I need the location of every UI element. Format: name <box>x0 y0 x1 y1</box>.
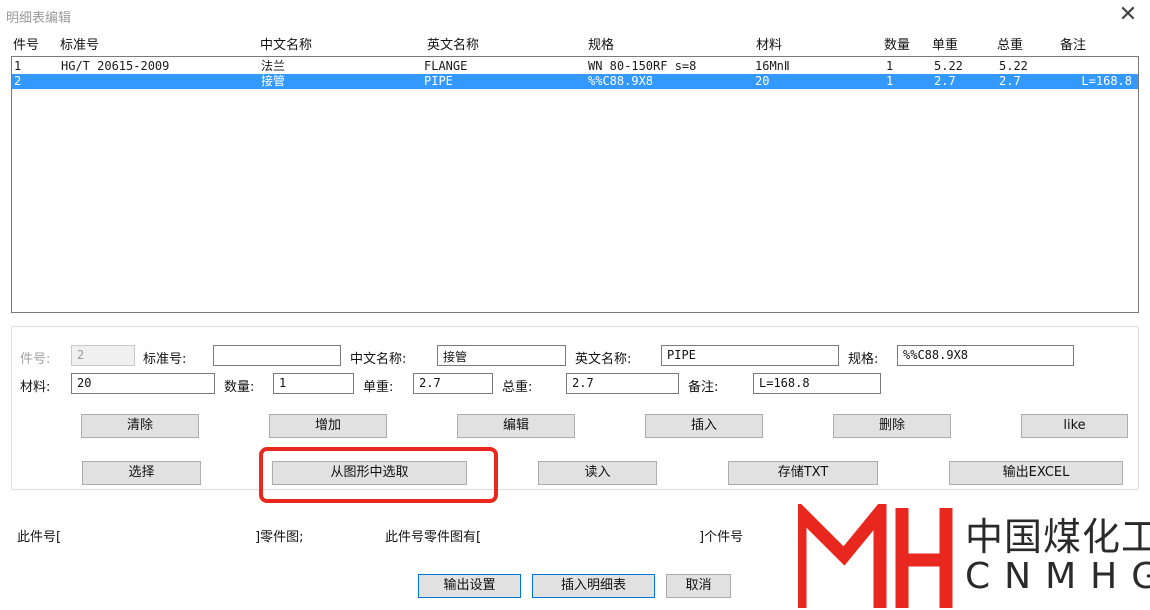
cell-part-no: 1 <box>14 59 22 73</box>
cell-total-weight: 2.7 <box>999 74 1021 88</box>
col-header-qty[interactable]: 数量 <box>884 34 910 54</box>
spec-field[interactable]: %%C88.9X8 <box>897 345 1074 366</box>
cell-part-no: 2 <box>14 74 22 88</box>
parts-list[interactable]: 1 HG/T 20615-2009 法兰 FLANGE WN 80-150RF … <box>11 56 1139 313</box>
window-title: 明细表编辑 <box>6 11 72 26</box>
cn-name-field[interactable]: 接管 <box>437 345 566 366</box>
col-header-unit-weight[interactable]: 单重 <box>932 34 958 54</box>
edit-button[interactable]: 编辑 <box>457 414 575 438</box>
like-button[interactable]: like <box>1021 414 1128 438</box>
col-header-en-name[interactable]: 英文名称 <box>427 34 479 54</box>
std-no-field[interactable] <box>213 345 341 366</box>
cell-material: 16MnⅡ <box>755 59 790 73</box>
part-no-label: 件号: <box>20 352 51 367</box>
highlight-annotation <box>259 447 498 503</box>
spec-label: 规格: <box>848 352 879 367</box>
insert-table-button[interactable]: 插入明细表 <box>532 574 655 598</box>
note-label: 备注: <box>688 380 719 395</box>
cell-unit-weight: 5.22 <box>934 59 963 73</box>
total-weight-field[interactable]: 2.7 <box>566 373 679 394</box>
unit-weight-field[interactable]: 2.7 <box>413 373 493 394</box>
watermark-logo: 中国煤化工 CNMHG <box>793 493 1150 610</box>
cell-en-name: FLANGE <box>424 59 468 73</box>
std-no-label: 标准号: <box>143 352 187 367</box>
cell-unit-weight: 2.7 <box>934 74 956 88</box>
cell-total-weight: 5.22 <box>999 59 1028 73</box>
add-button[interactable]: 增加 <box>269 414 387 438</box>
cell-qty: 1 <box>886 59 894 73</box>
part-drawing-prefix: 此件号[ <box>17 530 62 545</box>
mh-logo-icon <box>793 493 953 608</box>
cn-name-label: 中文名称: <box>350 352 407 367</box>
col-header-total-weight[interactable]: 总重 <box>997 34 1023 54</box>
en-name-label: 英文名称: <box>575 352 632 367</box>
col-header-note[interactable]: 备注 <box>1060 34 1086 54</box>
material-field[interactable]: 20 <box>71 373 215 394</box>
watermark-text-cn: 中国煤化工 <box>965 515 1150 559</box>
select-button[interactable]: 选择 <box>82 461 201 485</box>
title-bar: 明细表编辑 ✕ <box>0 0 1150 30</box>
unit-weight-label: 单重: <box>363 380 394 395</box>
cell-spec: WN 80-150RF s=8 <box>588 59 697 73</box>
col-header-spec[interactable]: 规格 <box>588 34 614 54</box>
save-txt-button[interactable]: 存储TXT <box>728 461 878 485</box>
part-count-prefix: 此件号零件图有[ <box>385 530 482 545</box>
cell-note: L=168.8 <box>1081 74 1132 88</box>
qty-label: 数量: <box>224 380 255 395</box>
cell-spec: %%C88.9X8 <box>588 74 654 88</box>
close-icon[interactable]: ✕ <box>1114 2 1142 28</box>
col-header-part-no[interactable]: 件号 <box>13 34 39 54</box>
delete-button[interactable]: 删除 <box>833 414 951 438</box>
table-row-selected[interactable]: 2 接管 PIPE %%C88.9X8 20 1 2.7 2.7 L=168.8 <box>12 74 1138 89</box>
clear-button[interactable]: 清除 <box>81 414 199 438</box>
col-header-cn-name[interactable]: 中文名称 <box>260 34 312 54</box>
read-button[interactable]: 读入 <box>538 461 657 485</box>
material-label: 材料: <box>20 380 51 395</box>
cell-cn-name: 法兰 <box>261 59 286 73</box>
insert-button[interactable]: 插入 <box>645 414 763 438</box>
table-row[interactable]: 1 HG/T 20615-2009 法兰 FLANGE WN 80-150RF … <box>12 59 1138 74</box>
cell-material: 20 <box>755 74 770 88</box>
export-excel-button[interactable]: 输出EXCEL <box>949 461 1123 485</box>
total-weight-label: 总重: <box>502 380 533 395</box>
en-name-field[interactable]: PIPE <box>661 345 839 366</box>
col-header-material[interactable]: 材料 <box>756 34 782 54</box>
qty-field[interactable]: 1 <box>273 373 354 394</box>
part-no-field: 2 <box>71 345 135 366</box>
cell-en-name: PIPE <box>424 74 453 88</box>
cell-qty: 1 <box>886 74 894 88</box>
col-header-std-no[interactable]: 标准号 <box>60 34 99 54</box>
watermark-text-en: CNMHG <box>965 556 1150 597</box>
cell-std-no: HG/T 20615-2009 <box>61 59 170 73</box>
output-settings-button[interactable]: 输出设置 <box>418 574 521 598</box>
note-field[interactable]: L=168.8 <box>753 373 881 394</box>
part-drawing-suffix: ]零件图; <box>255 530 304 545</box>
cell-cn-name: 接管 <box>261 74 286 88</box>
cancel-button[interactable]: 取消 <box>666 574 731 598</box>
part-count-suffix: ]个件号 <box>699 530 744 545</box>
